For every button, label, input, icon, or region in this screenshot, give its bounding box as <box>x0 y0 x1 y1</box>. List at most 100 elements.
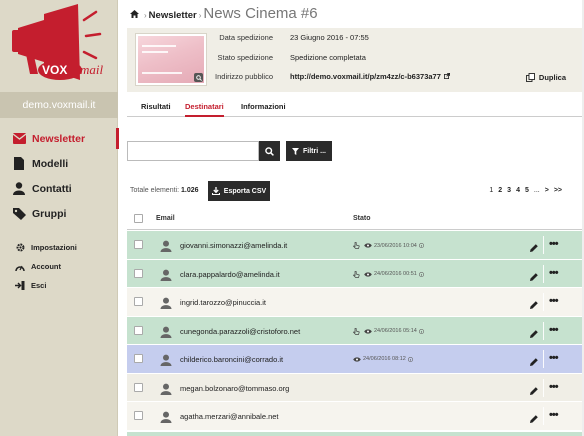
tab-destinatari[interactable]: Destinatari <box>185 98 224 117</box>
voxmail-logo[interactable]: VOX mail <box>0 0 118 92</box>
more-options-icon[interactable]: ••• <box>549 238 559 250</box>
info-label-wrap: Stato spedizione <box>127 53 273 63</box>
info-icon[interactable] <box>407 356 413 362</box>
sidebar-item-modelli[interactable]: Modelli <box>0 151 118 176</box>
recipient-email[interactable]: agatha.merzari@annibale.net <box>180 412 279 421</box>
column-email[interactable]: Email <box>156 215 175 222</box>
public-address-link[interactable]: http://demo.voxmail.it/p/zm4zz/c-b6373a7… <box>290 72 441 81</box>
page-3[interactable]: 3 <box>507 187 511 194</box>
page-1[interactable]: 1 <box>489 187 493 194</box>
row-checkbox[interactable] <box>134 411 143 420</box>
row-divider <box>543 407 544 425</box>
send-date-label: Data spedizione <box>219 33 273 42</box>
table-row[interactable]: clara.pappalardo@amelinda.it 24/06/2016 0… <box>127 259 584 288</box>
row-checkbox[interactable] <box>134 297 143 306</box>
user-avatar-icon <box>160 353 172 366</box>
more-options-icon[interactable]: ••• <box>549 381 559 393</box>
search-button[interactable] <box>259 141 280 161</box>
tab-informazioni[interactable]: Informazioni <box>241 98 286 117</box>
brand-vox: VOX <box>42 63 67 77</box>
page-last[interactable]: >> <box>554 187 562 194</box>
row-checkbox[interactable] <box>134 354 143 363</box>
home-icon[interactable] <box>130 9 139 18</box>
total-count: Totale elementi: 1.026 <box>130 187 199 194</box>
table-row[interactable]: megan.bolzonaro@tommaso.org ••• <box>127 373 584 402</box>
page-2[interactable]: 2 <box>498 187 502 194</box>
envelope-icon <box>12 132 26 146</box>
tab-risultati[interactable]: Risultati <box>141 98 171 117</box>
search-input[interactable] <box>127 141 259 161</box>
row-checkbox[interactable] <box>134 268 143 278</box>
select-all-checkbox[interactable] <box>134 214 143 223</box>
info-icon[interactable] <box>418 328 424 334</box>
filter-button[interactable]: Filtri ... <box>286 141 332 161</box>
breadcrumb-separator: › <box>198 11 202 20</box>
click-icon <box>353 327 360 335</box>
breadcrumb-newsletter[interactable]: Newsletter <box>149 10 197 21</box>
info-label-wrap: Indirizzo pubblico <box>127 72 273 82</box>
info-label-wrap: Data spedizione <box>127 33 273 43</box>
external-link-icon[interactable] <box>443 72 450 81</box>
table-row[interactable]: agatha.merzari@annibale.net ••• <box>127 402 584 431</box>
sidebar-item-gruppi[interactable]: Gruppi <box>0 201 118 226</box>
recipient-email[interactable]: giovanni.simonazzi@amelinda.it <box>180 241 287 250</box>
row-checkbox[interactable] <box>134 382 143 392</box>
edit-pencil-icon[interactable] <box>529 411 539 423</box>
recipient-email[interactable]: ingrid.tarozzo@pinuccia.it <box>180 298 266 307</box>
more-options-icon[interactable]: ••• <box>549 295 559 307</box>
page-next[interactable]: > <box>545 187 549 194</box>
edit-pencil-icon[interactable] <box>529 383 539 395</box>
total-value: 1.026 <box>180 187 199 194</box>
eye-icon <box>364 243 372 248</box>
edit-pencil-icon[interactable] <box>529 326 539 338</box>
sidebar-item-contatti[interactable]: Contatti <box>0 176 118 201</box>
sidebar-item-label: Gruppi <box>32 207 67 220</box>
sidebar-item-newsletter[interactable]: Newsletter <box>0 126 119 151</box>
table-row[interactable]: ingrid.tarozzo@pinuccia.it ••• <box>127 288 584 317</box>
column-status[interactable]: Stato <box>353 215 371 222</box>
status-label: Stato spedizione <box>217 53 273 62</box>
user-avatar-icon <box>160 296 172 309</box>
export-csv-button[interactable]: Esporta CSV <box>208 181 270 201</box>
recipient-email[interactable]: childerico.baroncini@corrado.it <box>180 355 283 364</box>
delivery-status: 24/06/2016 05:14 <box>353 327 424 335</box>
row-divider <box>543 378 544 397</box>
more-options-icon[interactable]: ••• <box>549 409 559 421</box>
user-avatar-icon <box>160 268 172 281</box>
duplicate-button[interactable]: Duplica <box>525 73 566 82</box>
table-row[interactable]: cunegonda.parazzoli@cristoforo.net 24/06/… <box>127 316 584 345</box>
click-icon <box>353 242 360 249</box>
sidebar-item-account[interactable]: Account <box>0 257 118 276</box>
edit-pencil-icon[interactable] <box>529 354 539 366</box>
recipient-email[interactable]: cunegonda.parazzoli@cristoforo.net <box>180 327 300 336</box>
user-avatar-icon <box>160 325 172 338</box>
row-divider <box>543 264 544 283</box>
row-divider <box>543 236 544 254</box>
info-icon[interactable] <box>418 243 424 248</box>
info-icon[interactable] <box>418 271 424 277</box>
duplicate-label: Duplica <box>538 73 566 82</box>
row-checkbox[interactable] <box>134 325 143 335</box>
table-row[interactable]: childerico.baroncini@corrado.it 24/06/201… <box>127 345 584 374</box>
send-date-value: 23 Giugno 2016 - 07:55 <box>290 33 369 42</box>
recipient-table: giovanni.simonazzi@amelinda.it 23/06/2016… <box>127 231 584 431</box>
more-options-icon[interactable]: ••• <box>549 267 559 279</box>
gauge-icon <box>15 262 25 272</box>
more-options-icon[interactable]: ••• <box>549 352 559 364</box>
recipient-email[interactable]: megan.bolzonaro@tommaso.org <box>180 384 289 393</box>
more-options-icon[interactable]: ••• <box>549 324 559 336</box>
delivery-status: 24/06/2016 00:51 <box>353 270 424 278</box>
edit-pencil-icon[interactable] <box>529 297 539 309</box>
row-checkbox[interactable] <box>134 240 143 249</box>
table-row[interactable]: giovanni.simonazzi@amelinda.it 23/06/2016… <box>127 231 584 260</box>
sidebar-item-impostazioni[interactable]: Impostazioni <box>0 238 118 257</box>
page-4[interactable]: 4 <box>516 187 520 194</box>
edit-pencil-icon[interactable] <box>529 269 539 281</box>
public-address-wrap: http://demo.voxmail.it/p/zm4zz/c-b6373a7… <box>290 72 450 81</box>
edit-pencil-icon[interactable] <box>529 240 539 252</box>
newsletter-info-panel: Data spedizione 23 Giugno 2016 - 07:55 S… <box>127 28 584 92</box>
recipient-email[interactable]: clara.pappalardo@amelinda.it <box>180 270 280 279</box>
click-icon <box>353 270 360 278</box>
sidebar-item-esci[interactable]: Esci <box>0 276 118 295</box>
page-5[interactable]: 5 <box>525 187 529 194</box>
